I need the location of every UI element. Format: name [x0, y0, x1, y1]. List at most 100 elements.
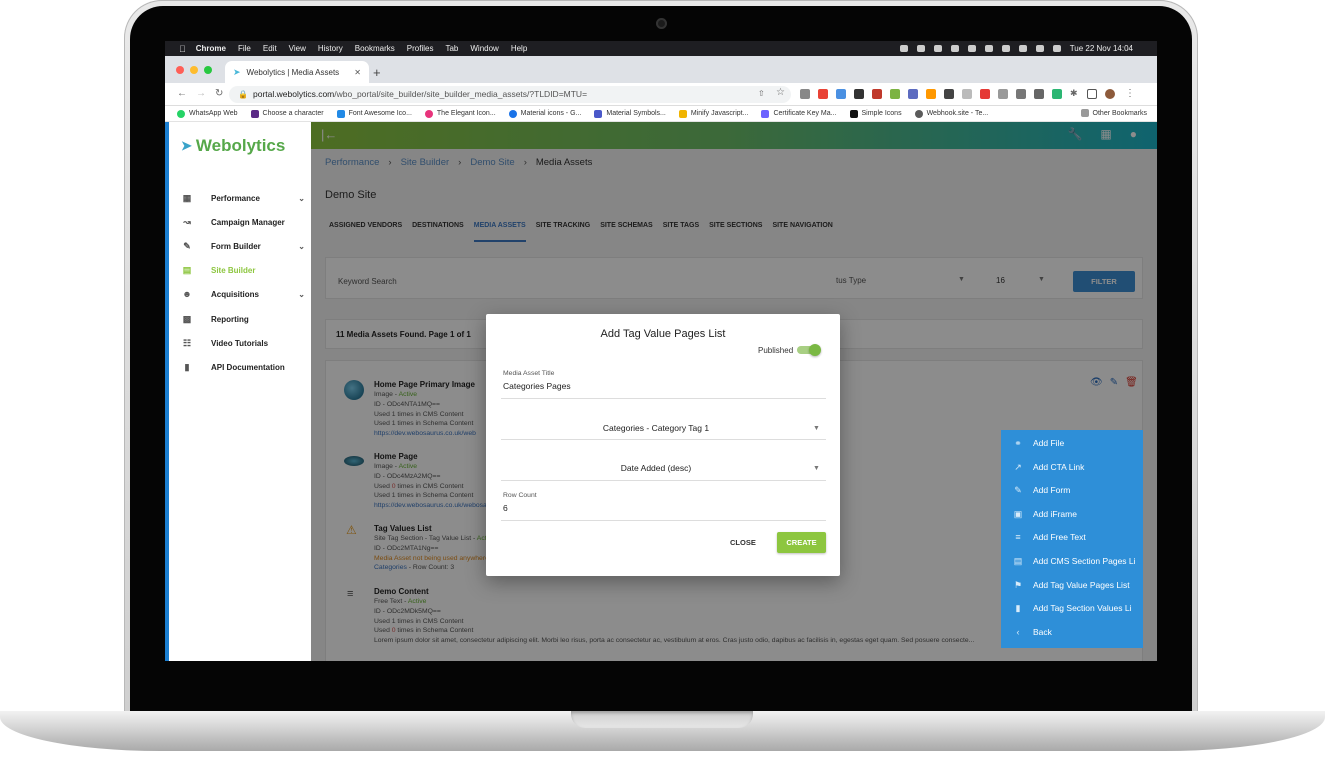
back-arrow-icon[interactable]: ← — [177, 88, 187, 99]
add-iframe-item[interactable]: ▣ Add iFrame — [1001, 503, 1143, 525]
bookmark-item[interactable]: Material Symbols... — [594, 109, 666, 118]
reload-icon[interactable]: ↻ — [215, 88, 223, 99]
bookmark-item[interactable]: Minify Javascript... — [678, 109, 748, 118]
text-icon: ≡ — [1015, 532, 1021, 542]
extension-icon[interactable] — [1016, 89, 1026, 99]
browser-tab[interactable]: ➤ Webolytics | Media Assets ✕ — [225, 61, 369, 83]
sidebar-item-form-builder[interactable]: ✎ Form Builder ⌄ — [181, 238, 305, 254]
kebab-menu-icon[interactable]: ⋮ — [1125, 88, 1135, 99]
extension-icon[interactable] — [872, 89, 882, 99]
side-panel-icon[interactable] — [1087, 89, 1097, 99]
bookmark-item[interactable]: Webhook.site - Te... — [914, 109, 988, 118]
published-toggle[interactable] — [797, 344, 821, 356]
add-cta-link-item[interactable]: ↗ Add CTA Link — [1001, 456, 1143, 478]
dropbox-icon[interactable] — [916, 45, 925, 52]
tag-select[interactable]: Categories - Category Tag 1 — [501, 423, 811, 433]
sidebar-item-video-tutorials[interactable]: ☷ Video Tutorials — [181, 335, 305, 351]
volume-icon[interactable] — [967, 45, 976, 52]
extension-icon[interactable] — [1052, 89, 1062, 99]
bookmark-favicon-icon — [678, 109, 687, 118]
bookmark-favicon-icon — [424, 109, 433, 118]
add-tag-value-pages-item[interactable]: ⚑ Add Tag Value Pages List — [1001, 574, 1143, 596]
battery-icon[interactable] — [1001, 45, 1010, 52]
chevron-down-icon[interactable]: ▼ — [813, 465, 820, 472]
menubar-app-name[interactable]: Chrome — [196, 44, 226, 53]
share-icon[interactable]: ⇧ — [758, 89, 765, 98]
address-bar[interactable]: 🔒 portal.webolytics.com/wbo_portal/site_… — [229, 86, 791, 103]
new-tab-icon[interactable]: + — [373, 65, 381, 80]
menu-view[interactable]: View — [289, 44, 306, 53]
create-button[interactable]: CREATE — [777, 532, 826, 553]
media-title-input[interactable]: Categories Pages — [503, 381, 571, 391]
add-file-item[interactable]: ⚭ Add File — [1001, 432, 1143, 454]
close-tab-icon[interactable]: ✕ — [354, 68, 361, 77]
extension-icon[interactable] — [1034, 89, 1044, 99]
extension-icon[interactable] — [926, 89, 936, 99]
extension-icon[interactable] — [800, 89, 810, 99]
menu-profiles[interactable]: Profiles — [407, 44, 434, 53]
extension-icon[interactable] — [818, 89, 828, 99]
menu-bookmarks[interactable]: Bookmarks — [355, 44, 395, 53]
sidebar-item-performance[interactable]: ▦ Performance ⌄ — [181, 190, 305, 206]
menu-help[interactable]: Help — [511, 44, 527, 53]
add-tag-section-values-item[interactable]: ▮ Add Tag Section Values Li — [1001, 597, 1143, 619]
menu-edit[interactable]: Edit — [263, 44, 277, 53]
extension-icon[interactable] — [836, 89, 846, 99]
menu-tab[interactable]: Tab — [445, 44, 458, 53]
bookmark-item[interactable]: The Elegant Icon... — [424, 109, 496, 118]
sidebar-item-site-builder[interactable]: ▤ Site Builder — [181, 262, 305, 278]
field-underline — [501, 520, 826, 521]
control-center-icon[interactable] — [1052, 45, 1061, 52]
add-form-item[interactable]: ✎ Add Form — [1001, 479, 1143, 501]
screen:  Chrome File Edit View History Bookmark… — [165, 41, 1157, 661]
play-icon[interactable] — [933, 45, 942, 52]
add-free-text-item[interactable]: ≡ Add Free Text — [1001, 526, 1143, 548]
close-button[interactable]: CLOSE — [730, 538, 756, 547]
menubar-clock[interactable]: Tue 22 Nov 14:04 — [1070, 44, 1133, 53]
maximize-window-icon[interactable] — [204, 66, 212, 74]
close-window-icon[interactable] — [176, 66, 184, 74]
extension-icon[interactable] — [962, 89, 972, 99]
extension-icon[interactable] — [854, 89, 864, 99]
extension-icon[interactable] — [998, 89, 1008, 99]
extension-icon[interactable] — [944, 89, 954, 99]
forward-arrow-icon[interactable]: → — [196, 88, 206, 99]
sidebar-item-api-documentation[interactable]: ▮ API Documentation — [181, 359, 305, 375]
time-machine-icon[interactable] — [950, 45, 959, 52]
bookmark-item[interactable]: Simple Icons — [849, 109, 902, 118]
apple-icon[interactable]:  — [179, 44, 186, 54]
sort-select[interactable]: Date Added (desc) — [501, 463, 811, 473]
menu-window[interactable]: Window — [470, 44, 498, 53]
wifi-icon[interactable] — [1018, 45, 1027, 52]
bookmark-item[interactable]: Choose a character — [250, 109, 324, 118]
sidebar-item-reporting[interactable]: ▩ Reporting — [181, 311, 305, 327]
extension-icon[interactable] — [980, 89, 990, 99]
puzzle-icon[interactable]: ✱ — [1070, 88, 1078, 99]
browser-toolbar: ← → ↻ 🔒 portal.webolytics.com/wbo_portal… — [165, 83, 1157, 106]
extension-icon[interactable] — [890, 89, 900, 99]
sidebar-item-campaign-manager[interactable]: ↝ Campaign Manager — [181, 214, 305, 230]
sidebar-item-acquisitions[interactable]: ☻ Acquisitions ⌄ — [181, 286, 305, 302]
field-underline — [501, 439, 826, 440]
bookmark-star-icon[interactable]: ☆ — [776, 87, 785, 98]
back-item[interactable]: ‹ Back — [1001, 621, 1143, 643]
menu-file[interactable]: File — [238, 44, 251, 53]
menu-history[interactable]: History — [318, 44, 343, 53]
bluetooth-icon[interactable] — [984, 45, 993, 52]
other-bookmarks[interactable]: Other Bookmarks — [1080, 109, 1147, 117]
bookmark-item[interactable]: Certificate Key Ma... — [761, 109, 837, 118]
bookmark-favicon-icon — [508, 109, 517, 118]
bookmark-item[interactable]: Material icons - G... — [508, 109, 581, 118]
bookmark-item[interactable]: WhatsApp Web — [177, 109, 238, 118]
webolytics-logo[interactable]: ➤ Webolytics — [181, 136, 285, 156]
extension-icon[interactable] — [908, 89, 918, 99]
status-icon[interactable] — [899, 45, 908, 52]
minimize-window-icon[interactable] — [190, 66, 198, 74]
search-icon[interactable] — [1035, 45, 1044, 52]
chevron-down-icon[interactable]: ▼ — [813, 425, 820, 432]
bookmark-favicon-icon — [250, 109, 259, 118]
bookmark-item[interactable]: Font Awesome Ico... — [336, 109, 412, 118]
add-cms-section-pages-item[interactable]: ▤ Add CMS Section Pages Li — [1001, 550, 1143, 572]
row-count-input[interactable]: 6 — [503, 503, 508, 513]
avatar[interactable] — [1105, 89, 1115, 99]
